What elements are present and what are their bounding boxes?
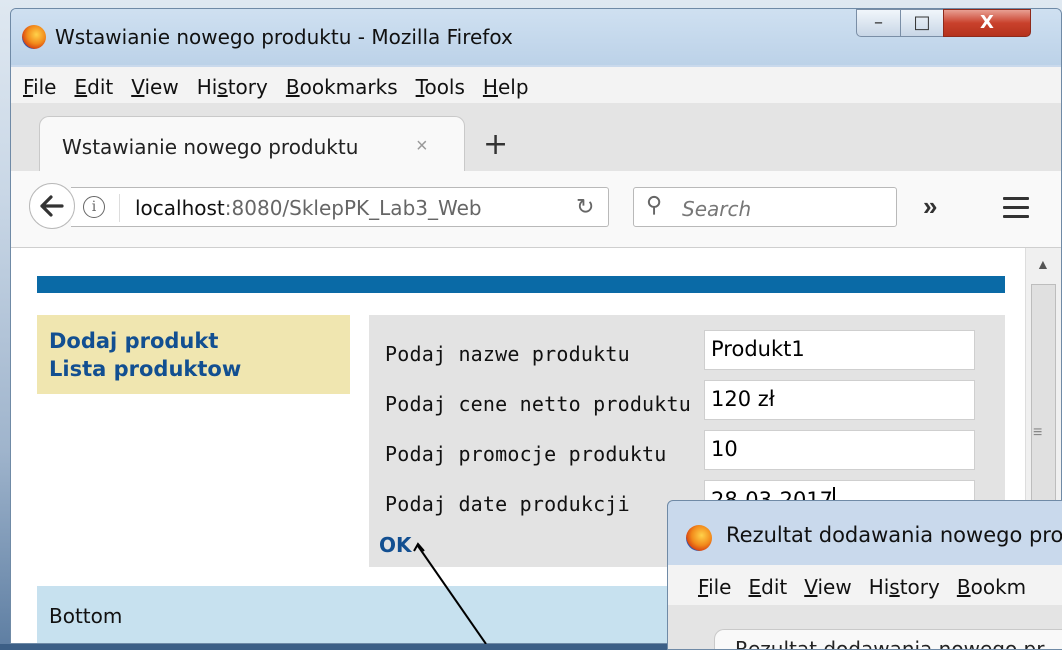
callout-arrow [413, 542, 487, 644]
callout-line [417, 545, 487, 644]
